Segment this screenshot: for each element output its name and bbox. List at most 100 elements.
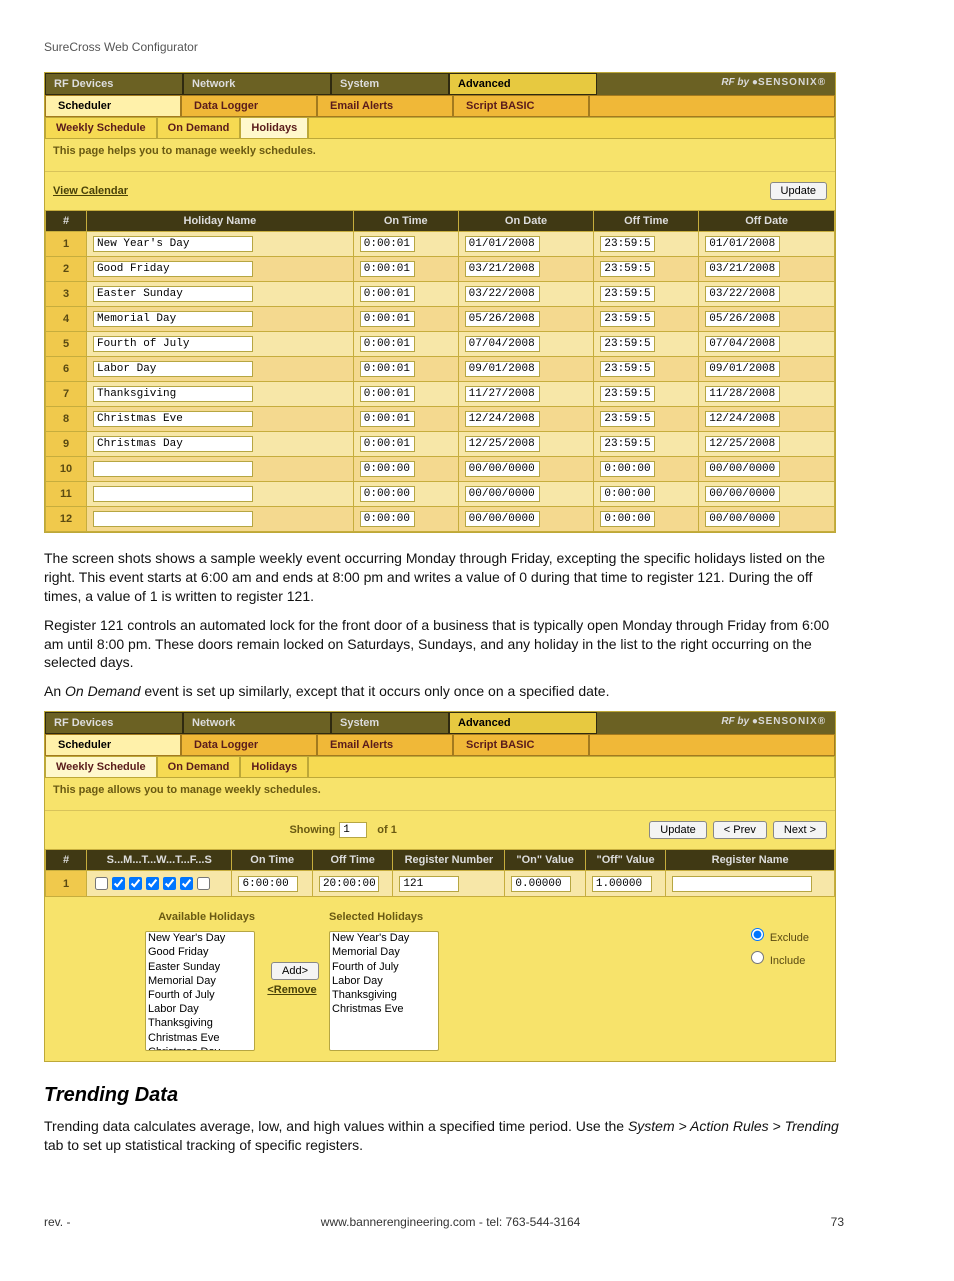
- cell-off_t[interactable]: [600, 511, 655, 527]
- cell-name[interactable]: [93, 486, 253, 502]
- list-item[interactable]: Christmas Eve: [330, 1003, 438, 1017]
- cell-off_d[interactable]: [705, 386, 780, 402]
- cell-on_d[interactable]: [465, 311, 540, 327]
- cell-name[interactable]: [93, 411, 253, 427]
- tab-network[interactable]: Network: [183, 73, 331, 95]
- tab-holidays[interactable]: Holidays: [240, 756, 308, 778]
- tab-network[interactable]: Network: [183, 712, 331, 734]
- cell-on_t[interactable]: [360, 236, 415, 252]
- day-checkbox[interactable]: [163, 877, 176, 890]
- cell-off_t[interactable]: [600, 411, 655, 427]
- tab-rf-devices[interactable]: RF Devices: [45, 73, 183, 95]
- cell-on_d[interactable]: [465, 511, 540, 527]
- exclude-radio[interactable]: Exclude: [746, 925, 809, 944]
- cell-off_d[interactable]: [705, 336, 780, 352]
- list-item[interactable]: Thanksgiving: [330, 989, 438, 1003]
- cell-off_d[interactable]: [705, 261, 780, 277]
- cell-on_t[interactable]: [360, 411, 415, 427]
- tab-data-logger[interactable]: Data Logger: [181, 95, 317, 117]
- add-button[interactable]: Add>: [271, 962, 319, 980]
- tab-script-basic[interactable]: Script BASIC: [453, 734, 589, 756]
- tab-scheduler[interactable]: Scheduler: [45, 734, 181, 756]
- cell-off_t[interactable]: [600, 436, 655, 452]
- cell-on_t[interactable]: [360, 261, 415, 277]
- tab-script-basic[interactable]: Script BASIC: [453, 95, 589, 117]
- include-radio[interactable]: Include: [746, 948, 809, 967]
- cell-off_d[interactable]: [705, 486, 780, 502]
- cell-on_t[interactable]: [360, 311, 415, 327]
- tab-on-demand[interactable]: On Demand: [157, 117, 241, 139]
- cell-on_d[interactable]: [465, 386, 540, 402]
- tab-system[interactable]: System: [331, 712, 449, 734]
- cell-off_t[interactable]: [600, 386, 655, 402]
- cell-on_d[interactable]: [465, 361, 540, 377]
- list-item[interactable]: Memorial Day: [146, 975, 254, 989]
- cell-on_d[interactable]: [465, 336, 540, 352]
- list-item[interactable]: Labor Day: [330, 975, 438, 989]
- cell-on_t[interactable]: [360, 436, 415, 452]
- cell-on_t[interactable]: [360, 486, 415, 502]
- tab-weekly-schedule[interactable]: Weekly Schedule: [45, 117, 157, 139]
- remove-link[interactable]: <Remove: [265, 984, 319, 996]
- day-checkbox[interactable]: [180, 877, 193, 890]
- list-item[interactable]: Good Friday: [146, 946, 254, 960]
- cell-name[interactable]: [93, 261, 253, 277]
- cell-off_t[interactable]: [600, 461, 655, 477]
- cell-name[interactable]: [93, 436, 253, 452]
- day-checkbox[interactable]: [146, 877, 159, 890]
- cell-off_d[interactable]: [705, 461, 780, 477]
- list-item[interactable]: Labor Day: [146, 1003, 254, 1017]
- list-item[interactable]: Memorial Day: [330, 946, 438, 960]
- cell-off_d[interactable]: [705, 311, 780, 327]
- cell-name[interactable]: [93, 311, 253, 327]
- available-holidays[interactable]: New Year's DayGood FridayEaster SundayMe…: [145, 931, 255, 1051]
- cell-rname[interactable]: [672, 876, 812, 892]
- tab-data-logger[interactable]: Data Logger: [181, 734, 317, 756]
- tab-system[interactable]: System: [331, 73, 449, 95]
- cell-name[interactable]: [93, 386, 253, 402]
- cell-on_d[interactable]: [465, 261, 540, 277]
- showing-input[interactable]: [339, 822, 367, 838]
- cell-name[interactable]: [93, 511, 253, 527]
- tab-weekly-schedule[interactable]: Weekly Schedule: [45, 756, 157, 778]
- cell-name[interactable]: [93, 236, 253, 252]
- cell-on_t[interactable]: [360, 286, 415, 302]
- cell-name[interactable]: [93, 361, 253, 377]
- tab-advanced[interactable]: Advanced: [449, 73, 597, 95]
- list-item[interactable]: Christmas Day: [146, 1046, 254, 1052]
- cell-on_t[interactable]: [360, 386, 415, 402]
- list-item[interactable]: Fourth of July: [146, 989, 254, 1003]
- cell-name[interactable]: [93, 461, 253, 477]
- cell-off_t[interactable]: [600, 336, 655, 352]
- cell-on_d[interactable]: [465, 461, 540, 477]
- cell-off_t[interactable]: [600, 236, 655, 252]
- cell-off_d[interactable]: [705, 286, 780, 302]
- prev-button[interactable]: < Prev: [713, 821, 767, 839]
- cell-on_t[interactable]: [238, 876, 298, 892]
- cell-off_t[interactable]: [600, 311, 655, 327]
- cell-off_t[interactable]: [319, 876, 379, 892]
- cell-on_t[interactable]: [360, 336, 415, 352]
- cell-reg[interactable]: [399, 876, 459, 892]
- cell-off_d[interactable]: [705, 411, 780, 427]
- cell-on_d[interactable]: [465, 436, 540, 452]
- list-item[interactable]: Easter Sunday: [146, 961, 254, 975]
- update-button-weekly[interactable]: Update: [649, 821, 706, 839]
- cell-on_t[interactable]: [360, 461, 415, 477]
- cell-off_t[interactable]: [600, 261, 655, 277]
- day-checkbox[interactable]: [129, 877, 142, 890]
- cell-name[interactable]: [93, 336, 253, 352]
- cell-off_d[interactable]: [705, 236, 780, 252]
- cell-on_t[interactable]: [360, 361, 415, 377]
- cell-on_d[interactable]: [465, 411, 540, 427]
- cell-off_d[interactable]: [705, 436, 780, 452]
- list-item[interactable]: Thanksgiving: [146, 1017, 254, 1031]
- list-item[interactable]: New Year's Day: [146, 932, 254, 946]
- day-checkbox[interactable]: [95, 877, 108, 890]
- update-button-holidays[interactable]: Update: [770, 182, 827, 200]
- cell-off_t[interactable]: [600, 486, 655, 502]
- tab-advanced[interactable]: Advanced: [449, 712, 597, 734]
- list-item[interactable]: Fourth of July: [330, 961, 438, 975]
- tab-holidays[interactable]: Holidays: [240, 117, 308, 139]
- cell-off_t[interactable]: [600, 286, 655, 302]
